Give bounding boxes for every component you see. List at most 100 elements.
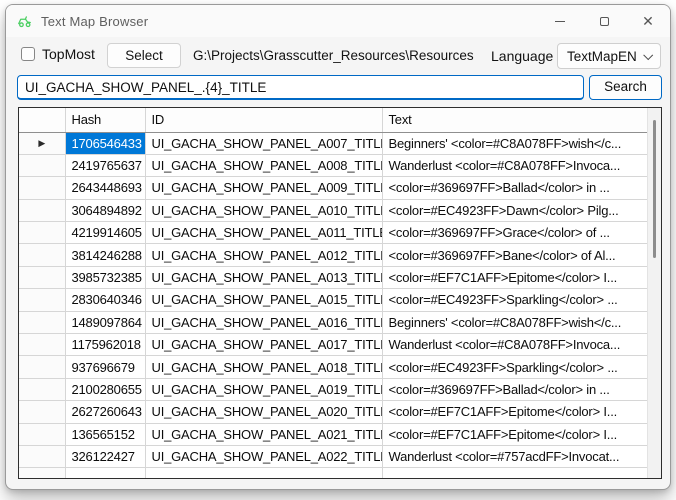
row-selector-cell[interactable]: [19, 199, 65, 221]
row-selector-cell[interactable]: [19, 468, 65, 478]
text-cell[interactable]: <color=#EC4923FF>Sparkling</color> ...: [382, 289, 647, 311]
table-row[interactable]: 4219914605 UI_GACHA_SHOW_PANEL_A011_TITL…: [19, 222, 647, 244]
table-row[interactable]: 2419765637 UI_GACHA_SHOW_PANEL_A008_TITL…: [19, 154, 647, 176]
hash-cell[interactable]: 1489097864: [65, 311, 145, 333]
column-header-hash[interactable]: Hash: [65, 108, 145, 132]
table-row[interactable]: 937696679 UI_GACHA_SHOW_PANEL_A018_TITLE…: [19, 356, 647, 378]
id-cell[interactable]: UI_GACHA_SHOW_PANEL_A019_TITLE: [145, 378, 382, 400]
id-cell[interactable]: UI_GACHA_SHOW_PANEL_A010_TITLE: [145, 199, 382, 221]
text-cell[interactable]: <color=#369697FF>Ballad</color> in ...: [382, 378, 647, 400]
hash-cell[interactable]: 2643448693: [65, 177, 145, 199]
row-selector-cell[interactable]: [19, 289, 65, 311]
table-row[interactable]: 2643448693 UI_GACHA_SHOW_PANEL_A009_TITL…: [19, 177, 647, 199]
id-cell[interactable]: UI_GACHA_SHOW_PANEL_A020_TITLE: [145, 401, 382, 423]
table-row[interactable]: 1175962018 UI_GACHA_SHOW_PANEL_A017_TITL…: [19, 334, 647, 356]
text-cell[interactable]: Wanderlust <color=#757acdFF>Invocat...: [382, 445, 647, 467]
text-cell[interactable]: <color=#EF7C1AFF>Epitome</color> I...: [382, 401, 647, 423]
row-selector-cell[interactable]: [19, 401, 65, 423]
hash-cell[interactable]: 1175962018: [65, 334, 145, 356]
hash-cell[interactable]: 326122427: [65, 445, 145, 467]
table-row[interactable]: 3064894892 UI_GACHA_SHOW_PANEL_A010_TITL…: [19, 199, 647, 221]
text-cell[interactable]: <color=#EF7C1AFF>Epitome</color> I...: [382, 423, 647, 445]
language-select[interactable]: TextMapEN: [557, 43, 661, 69]
hash-cell[interactable]: 2419765637: [65, 154, 145, 176]
text-cell[interactable]: Beginners' <color=#C8A078FF>wish</c...: [382, 132, 647, 154]
resources-path: G:\Projects\Grasscutter_Resources\Resour…: [193, 48, 474, 63]
text-cell[interactable]: [382, 468, 647, 478]
column-header-id[interactable]: ID: [145, 108, 382, 132]
vertical-scrollbar[interactable]: [647, 108, 661, 478]
table-row[interactable]: 326122427 UI_GACHA_SHOW_PANEL_A022_TITLE…: [19, 445, 647, 467]
minimize-button[interactable]: [538, 5, 582, 37]
id-cell[interactable]: UI_GACHA_SHOW_PANEL_A021_TITLE: [145, 423, 382, 445]
checkbox-box-icon[interactable]: [21, 47, 35, 61]
hash-cell[interactable]: 3814246288: [65, 244, 145, 266]
search-button[interactable]: Search: [589, 75, 662, 100]
id-cell[interactable]: UI_GACHA_SHOW_PANEL_A017_TITLE: [145, 334, 382, 356]
id-cell[interactable]: UI_GACHA_SHOW_PANEL_A011_TITLE: [145, 222, 382, 244]
grid-header-row: Hash ID Text: [19, 108, 647, 132]
select-button[interactable]: Select: [107, 43, 181, 68]
row-selector-cell[interactable]: [19, 445, 65, 467]
textmap-grid: Hash ID Text ▶ 1706546433 UI_GACHA_SHOW_…: [18, 107, 662, 479]
table-row[interactable]: 1489097864 UI_GACHA_SHOW_PANEL_A016_TITL…: [19, 311, 647, 333]
text-cell[interactable]: <color=#EC4923FF>Dawn</color> Pilg...: [382, 199, 647, 221]
row-selector-cell[interactable]: [19, 378, 65, 400]
row-selector-cell[interactable]: [19, 266, 65, 288]
table-row[interactable]: 2627260643 UI_GACHA_SHOW_PANEL_A020_TITL…: [19, 401, 647, 423]
hash-cell[interactable]: 2830640346: [65, 289, 145, 311]
id-cell[interactable]: UI_GACHA_SHOW_PANEL_A018_TITLE: [145, 356, 382, 378]
hash-cell[interactable]: 136565152: [65, 423, 145, 445]
selected-row-arrow-icon[interactable]: ▶: [19, 132, 65, 154]
grid-corner-header[interactable]: [19, 108, 65, 132]
text-cell[interactable]: Wanderlust <color=#C8A078FF>Invoca...: [382, 334, 647, 356]
hash-cell[interactable]: 3985732385: [65, 266, 145, 288]
text-cell[interactable]: <color=#369697FF>Bane</color> of Al...: [382, 244, 647, 266]
id-cell[interactable]: UI_GACHA_SHOW_PANEL_A013_TITLE: [145, 266, 382, 288]
grid-table: Hash ID Text ▶ 1706546433 UI_GACHA_SHOW_…: [19, 108, 647, 478]
table-row[interactable]: 2830640346 UI_GACHA_SHOW_PANEL_A015_TITL…: [19, 289, 647, 311]
hash-cell[interactable]: 937696679: [65, 356, 145, 378]
table-row[interactable]: [19, 468, 647, 478]
table-row[interactable]: 3985732385 UI_GACHA_SHOW_PANEL_A013_TITL…: [19, 266, 647, 288]
column-header-text[interactable]: Text: [382, 108, 647, 132]
hash-cell[interactable]: 4219914605: [65, 222, 145, 244]
row-selector-cell[interactable]: [19, 311, 65, 333]
text-cell[interactable]: Beginners' <color=#C8A078FF>wish</c...: [382, 311, 647, 333]
maximize-button[interactable]: [582, 5, 626, 37]
text-cell[interactable]: <color=#369697FF>Ballad</color> in ...: [382, 177, 647, 199]
row-selector-cell[interactable]: [19, 222, 65, 244]
id-cell[interactable]: UI_GACHA_SHOW_PANEL_A008_TITLE: [145, 154, 382, 176]
topmost-checkbox[interactable]: TopMost: [21, 46, 95, 62]
vertical-scrollbar-thumb[interactable]: [653, 120, 656, 258]
row-selector-cell[interactable]: [19, 423, 65, 445]
id-cell[interactable]: UI_GACHA_SHOW_PANEL_A012_TITLE: [145, 244, 382, 266]
close-button[interactable]: ✕: [626, 5, 670, 37]
search-input[interactable]: [17, 75, 584, 100]
row-selector-cell[interactable]: [19, 154, 65, 176]
hash-cell[interactable]: 2627260643: [65, 401, 145, 423]
row-selector-cell[interactable]: [19, 244, 65, 266]
row-selector-cell[interactable]: [19, 177, 65, 199]
text-cell[interactable]: <color=#EF7C1AFF>Epitome</color> I...: [382, 266, 647, 288]
id-cell[interactable]: UI_GACHA_SHOW_PANEL_A016_TITLE: [145, 311, 382, 333]
hash-cell[interactable]: [65, 468, 145, 478]
text-cell[interactable]: <color=#EC4923FF>Sparkling</color> ...: [382, 356, 647, 378]
titlebar[interactable]: Text Map Browser ✕: [6, 5, 670, 37]
id-cell[interactable]: UI_GACHA_SHOW_PANEL_A007_TITLE: [145, 132, 382, 154]
row-selector-cell[interactable]: [19, 334, 65, 356]
hash-cell[interactable]: 2100280655: [65, 378, 145, 400]
hash-cell[interactable]: 3064894892: [65, 199, 145, 221]
text-cell[interactable]: Wanderlust <color=#C8A078FF>Invoca...: [382, 154, 647, 176]
id-cell[interactable]: [145, 468, 382, 478]
id-cell[interactable]: UI_GACHA_SHOW_PANEL_A022_TITLE: [145, 445, 382, 467]
hash-cell[interactable]: 1706546433: [65, 132, 145, 154]
table-row[interactable]: 2100280655 UI_GACHA_SHOW_PANEL_A019_TITL…: [19, 378, 647, 400]
text-cell[interactable]: <color=#369697FF>Grace</color> of ...: [382, 222, 647, 244]
id-cell[interactable]: UI_GACHA_SHOW_PANEL_A009_TITLE: [145, 177, 382, 199]
table-row[interactable]: 136565152 UI_GACHA_SHOW_PANEL_A021_TITLE…: [19, 423, 647, 445]
row-selector-cell[interactable]: [19, 356, 65, 378]
id-cell[interactable]: UI_GACHA_SHOW_PANEL_A015_TITLE: [145, 289, 382, 311]
table-row[interactable]: ▶ 1706546433 UI_GACHA_SHOW_PANEL_A007_TI…: [19, 132, 647, 154]
table-row[interactable]: 3814246288 UI_GACHA_SHOW_PANEL_A012_TITL…: [19, 244, 647, 266]
